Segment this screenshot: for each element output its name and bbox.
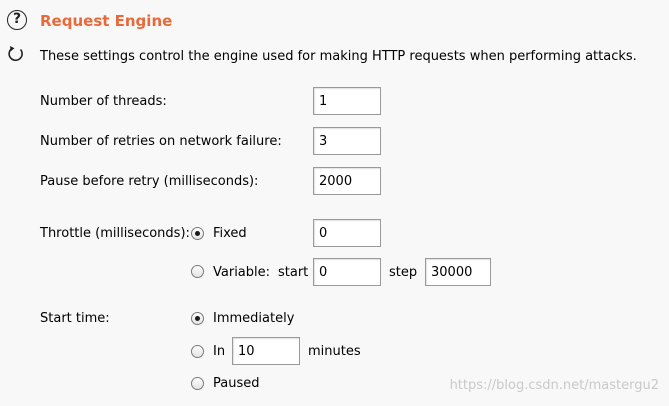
start-immediately-label[interactable]: Immediately xyxy=(213,311,294,326)
threads-label: Number of threads: xyxy=(40,94,167,109)
section-title: Request Engine xyxy=(40,12,173,30)
start-time-label: Start time: xyxy=(40,311,110,326)
watermark: https://blog.csdn.net/mastergu2 xyxy=(449,378,659,393)
refresh-icon[interactable] xyxy=(6,44,26,64)
throttle-step-label: step xyxy=(389,265,418,280)
throttle-label: Throttle (milliseconds): xyxy=(40,226,190,241)
start-in-minutes-input[interactable] xyxy=(232,337,300,365)
start-immediately-radio[interactable] xyxy=(191,312,204,325)
pause-label: Pause before retry (milliseconds): xyxy=(40,174,259,189)
start-in-label[interactable]: In xyxy=(213,344,225,359)
throttle-fixed-label[interactable]: Fixed xyxy=(213,226,247,241)
throttle-start-input[interactable] xyxy=(313,258,381,286)
throttle-variable-radio[interactable] xyxy=(191,265,204,278)
throttle-fixed-input[interactable] xyxy=(313,219,381,247)
throttle-step-input[interactable] xyxy=(425,258,491,286)
retries-input[interactable] xyxy=(313,127,381,155)
throttle-fixed-radio[interactable] xyxy=(191,227,204,240)
pause-input[interactable] xyxy=(313,167,381,195)
minutes-label: minutes xyxy=(308,344,361,359)
section-description: These settings control the engine used f… xyxy=(40,49,637,64)
start-paused-label[interactable]: Paused xyxy=(213,376,259,391)
throttle-variable-label[interactable]: Variable: xyxy=(213,265,270,280)
start-paused-radio[interactable] xyxy=(191,377,204,390)
threads-input[interactable] xyxy=(313,87,381,115)
retries-label: Number of retries on network failure: xyxy=(40,134,282,149)
throttle-start-label: start xyxy=(278,265,309,280)
start-in-radio[interactable] xyxy=(191,345,204,358)
help-icon[interactable]: ? xyxy=(7,10,27,30)
